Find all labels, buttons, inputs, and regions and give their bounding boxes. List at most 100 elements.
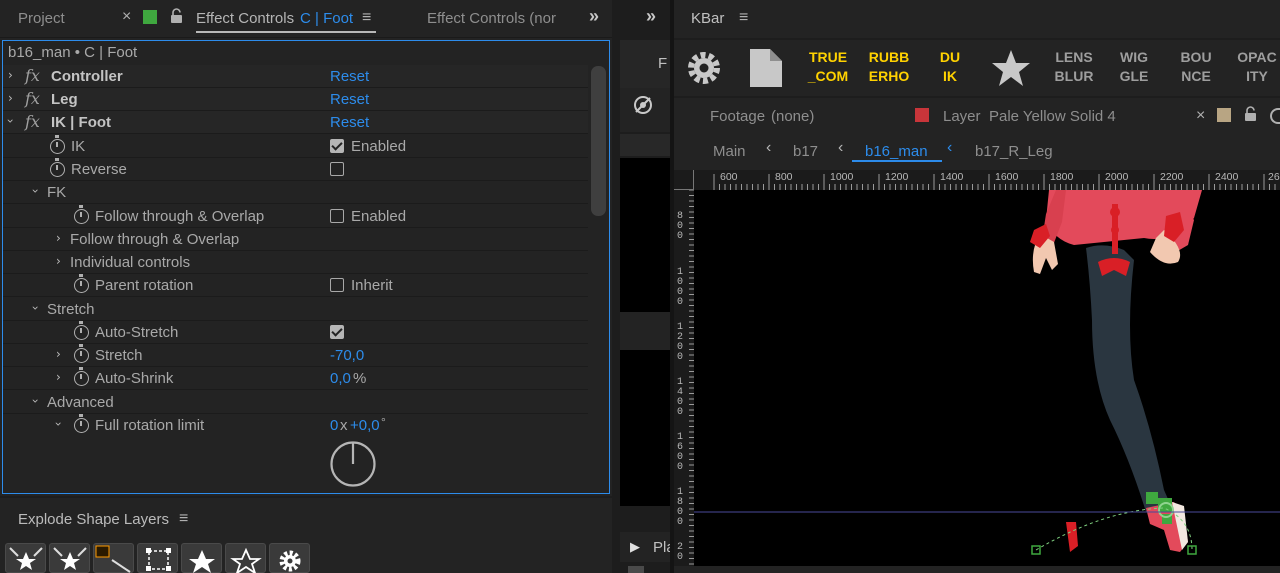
reset-link[interactable]: Reset bbox=[330, 68, 369, 85]
parent-rotation-checkbox[interactable] bbox=[330, 278, 344, 292]
rotation-dial[interactable] bbox=[329, 440, 377, 488]
panel-menu-icon[interactable]: ≡ bbox=[179, 510, 188, 528]
follow-through-checkbox[interactable] bbox=[330, 209, 344, 223]
tab-effect-controls[interactable]: Effect Controls bbox=[196, 10, 294, 27]
ruler-tick-label: 2 0 bbox=[676, 542, 683, 563]
kbar-button-rubberhose[interactable]: RUBB ERHO bbox=[862, 48, 916, 86]
ruler-tick-label: 2200 bbox=[1160, 171, 1184, 183]
stopwatch-icon[interactable] bbox=[74, 205, 89, 224]
chevron-down-icon[interactable]: › bbox=[28, 306, 42, 311]
crumb-b16-man[interactable]: b16_man bbox=[865, 143, 928, 160]
star-icon[interactable] bbox=[990, 48, 1032, 88]
reset-link[interactable]: Reset bbox=[330, 114, 369, 131]
tab-effect-controls-layer[interactable]: C | Foot bbox=[300, 10, 353, 27]
stopwatch-icon[interactable] bbox=[74, 344, 89, 363]
kbar-button-true-comp[interactable]: TRUE _COM bbox=[802, 48, 854, 86]
chevron-down-icon[interactable]: › bbox=[28, 189, 42, 194]
label-color-swatch[interactable] bbox=[143, 10, 157, 24]
param-row-auto-stretch: Auto-Stretch bbox=[3, 321, 591, 344]
explode-star-button[interactable] bbox=[5, 543, 46, 573]
stopwatch-icon[interactable] bbox=[74, 414, 89, 433]
chevron-down-icon[interactable]: › bbox=[28, 399, 42, 404]
reverse-checkbox[interactable] bbox=[330, 162, 344, 176]
checkbox-label: Enabled bbox=[351, 208, 407, 225]
tab-footage[interactable]: Footage bbox=[710, 108, 765, 125]
chevron-right-icon[interactable]: › bbox=[8, 91, 13, 105]
motion-blur-icon[interactable] bbox=[632, 92, 654, 118]
stopwatch-icon[interactable] bbox=[74, 274, 89, 293]
tab-layer[interactable]: Layer bbox=[943, 108, 981, 125]
overflow-tabs-icon[interactable]: » bbox=[589, 6, 599, 27]
explode-illustrator-button[interactable] bbox=[93, 543, 134, 573]
star-button[interactable] bbox=[181, 543, 222, 573]
close-icon[interactable]: × bbox=[1196, 107, 1205, 125]
viewer-bottom-toolbar bbox=[674, 566, 1280, 573]
param-row-ik: IK Enabled bbox=[3, 135, 591, 158]
auto-stretch-checkbox[interactable] bbox=[330, 325, 344, 339]
kbar-menu-icon[interactable]: ≡ bbox=[739, 9, 748, 27]
param-group-individual-controls[interactable]: › Individual controls bbox=[3, 251, 591, 274]
kbar-title[interactable]: KBar bbox=[691, 10, 724, 27]
settings-gear-button[interactable] bbox=[269, 543, 310, 573]
document-icon[interactable] bbox=[748, 47, 784, 89]
rotation-revolutions[interactable]: 0 bbox=[330, 417, 338, 434]
kbar-button-duik[interactable]: DU IK bbox=[930, 48, 970, 86]
chevron-right-icon[interactable]: › bbox=[56, 370, 61, 384]
fx-icon[interactable]: fx bbox=[25, 112, 40, 131]
bottom-handle[interactable] bbox=[628, 566, 644, 573]
effect-row-controller[interactable]: › fx Controller Reset bbox=[3, 65, 591, 88]
ruler-origin[interactable] bbox=[674, 170, 694, 190]
play-icon[interactable]: ▶ bbox=[630, 539, 640, 555]
param-group-fk[interactable]: › FK bbox=[3, 181, 591, 204]
label-color-swatch[interactable] bbox=[1217, 108, 1231, 122]
star-outline-button[interactable] bbox=[225, 543, 266, 573]
fx-icon[interactable]: fx bbox=[25, 66, 40, 85]
stopwatch-icon[interactable] bbox=[74, 367, 89, 386]
character-artwork bbox=[694, 190, 1280, 573]
param-label: IK bbox=[71, 138, 86, 155]
rotation-degrees[interactable]: +0,0 bbox=[350, 417, 380, 434]
kbar-button-opacity[interactable]: OPAC ITY bbox=[1234, 48, 1280, 86]
kbar-button-wiggle[interactable]: WIG GLE bbox=[1112, 48, 1156, 86]
chevron-right-icon[interactable]: › bbox=[8, 68, 13, 82]
overflow-tabs-icon[interactable]: » bbox=[646, 6, 656, 27]
ruler-top[interactable] bbox=[674, 170, 1280, 190]
stopwatch-icon[interactable] bbox=[50, 158, 65, 177]
lock-icon[interactable] bbox=[1244, 106, 1257, 122]
param-group-follow-through[interactable]: › Follow through & Overlap bbox=[3, 228, 591, 251]
param-group-stretch[interactable]: › Stretch bbox=[3, 298, 591, 321]
lock-icon[interactable] bbox=[170, 8, 183, 24]
stopwatch-icon[interactable] bbox=[74, 321, 89, 340]
effect-row-ik-foot[interactable]: › fx IK | Foot Reset bbox=[3, 111, 591, 134]
stopwatch-icon[interactable] bbox=[50, 135, 65, 154]
chevron-right-icon[interactable]: › bbox=[56, 231, 61, 245]
label-color-swatch[interactable] bbox=[915, 108, 929, 122]
param-group-advanced[interactable]: › Advanced bbox=[3, 391, 591, 414]
crumb-b17[interactable]: b17 bbox=[793, 143, 818, 160]
close-icon[interactable]: × bbox=[122, 8, 131, 26]
crumb-b17-r-leg[interactable]: b17_R_Leg bbox=[975, 143, 1053, 160]
crumb-main[interactable]: Main bbox=[713, 143, 746, 160]
reset-link[interactable]: Reset bbox=[330, 91, 369, 108]
effect-row-leg[interactable]: › fx Leg Reset bbox=[3, 88, 591, 111]
comp-tab-icon[interactable] bbox=[1270, 108, 1280, 124]
stretch-value[interactable]: -70,0 bbox=[330, 347, 364, 364]
tab-effect-controls-none[interactable]: Effect Controls (nor bbox=[427, 10, 557, 27]
kbar-button-lens-blur[interactable]: LENS BLUR bbox=[1048, 48, 1100, 86]
scrollbar-thumb[interactable] bbox=[591, 66, 606, 216]
tab-menu-icon[interactable]: ≡ bbox=[362, 9, 371, 27]
ik-enabled-checkbox[interactable] bbox=[330, 139, 344, 153]
tab-project[interactable]: Project bbox=[18, 10, 65, 27]
param-label: FK bbox=[47, 184, 67, 201]
kbar-button-bounce[interactable]: BOU NCE bbox=[1172, 48, 1220, 86]
explode-bounding-box-button[interactable] bbox=[137, 543, 178, 573]
chevron-right-icon[interactable]: › bbox=[56, 254, 61, 268]
chevron-right-icon[interactable]: › bbox=[56, 347, 61, 361]
explode-star-outline-button[interactable] bbox=[49, 543, 90, 573]
fx-icon[interactable]: fx bbox=[25, 89, 40, 108]
gear-icon[interactable] bbox=[686, 50, 722, 86]
composition-viewer[interactable] bbox=[694, 190, 1280, 573]
chevron-down-icon[interactable]: › bbox=[3, 119, 17, 124]
auto-shrink-value[interactable]: 0,0 bbox=[330, 370, 351, 387]
chevron-down-icon[interactable]: › bbox=[51, 422, 65, 427]
